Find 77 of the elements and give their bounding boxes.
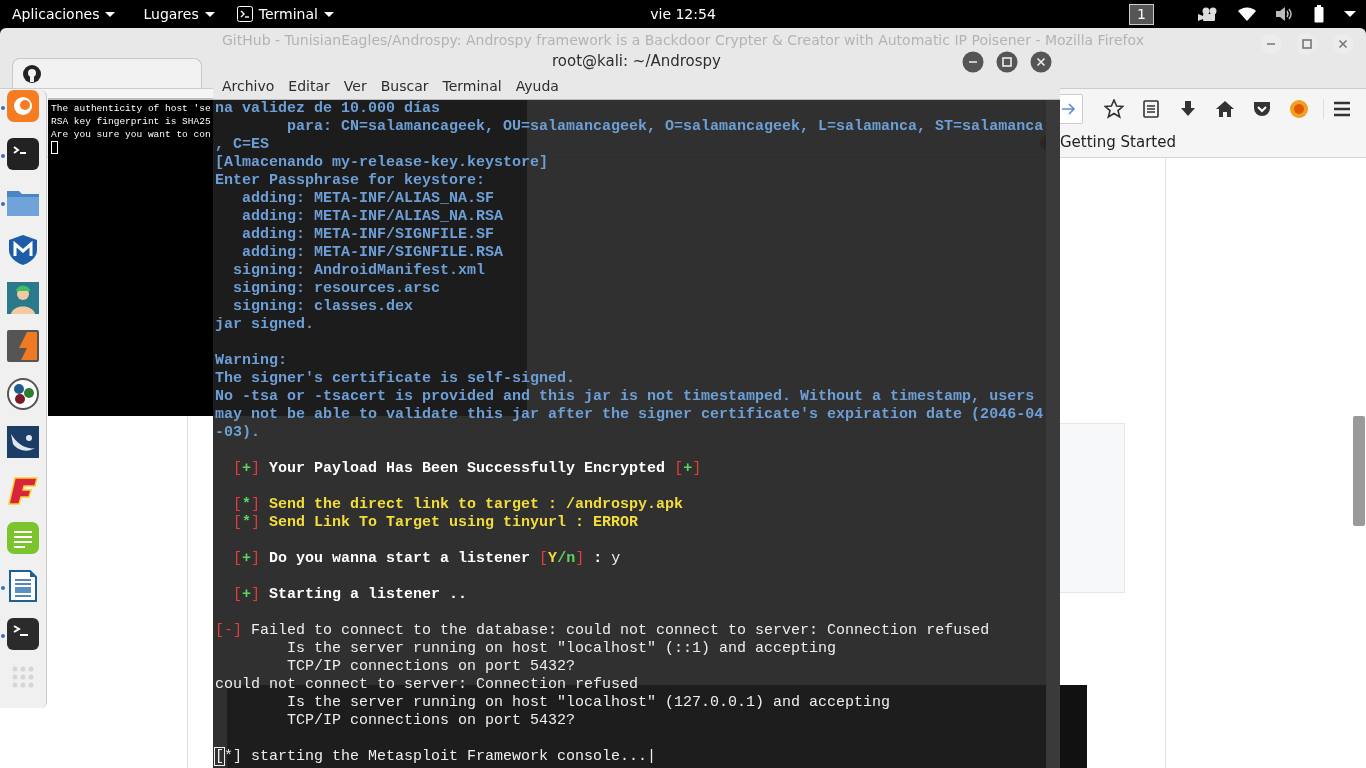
lightning-icon[interactable] [7, 330, 39, 362]
terminal-line: TCP/IP connections on port 5432? [286, 712, 577, 730]
terminal-line: Is the server running on host "localhost" (::1) and accepting [286, 640, 838, 658]
terminal-line: TCP/IP connections on port 5432? [286, 658, 577, 676]
terminal-line: adding: META-INF/SIGNFILE.SF [241, 226, 496, 244]
terminal-line: [+] Starting a listener .. [232, 586, 469, 604]
menu-item[interactable]: Archivo [215, 76, 282, 97]
menu-item[interactable]: Editar [281, 76, 337, 97]
terminal-line: , C=ES [215, 136, 270, 154]
terminal-line: RSA key fingerprint is SHA25 [51, 115, 211, 128]
menu-item[interactable]: Buscar [373, 76, 436, 97]
figure-icon[interactable] [7, 282, 39, 314]
terminal-line: adding: META-INF/ALIAS_NA.SF [241, 190, 496, 208]
browser-icon[interactable] [7, 90, 39, 122]
star-icon[interactable] [1103, 98, 1124, 119]
caret-icon [105, 11, 116, 17]
clock[interactable]: vie 12:54 [650, 4, 716, 25]
wifi-icon[interactable] [1238, 7, 1256, 21]
maximize-button[interactable] [996, 51, 1018, 73]
terminal-line: The signer's certificate is self-signed. [215, 370, 577, 388]
scrollbar[interactable] [1046, 100, 1060, 768]
terminal-line: signing: classes.dex [232, 298, 415, 316]
caret-icon [204, 11, 215, 17]
terminal-line: Is the server running on host "localhost" (127.0.0.1) and accepting [286, 694, 892, 712]
terminal-line: Enter Passphrase for keystore: [215, 172, 487, 190]
terminal-line: The authenticity of host 'se [51, 102, 211, 115]
caret-icon[interactable] [1344, 11, 1356, 17]
terminal-line: na validez de 10.000 días [215, 100, 442, 118]
caret-icon [323, 11, 334, 17]
app-icon[interactable] [7, 426, 39, 458]
shield-icon[interactable] [7, 234, 39, 266]
menu-item[interactable]: Terminal [435, 76, 509, 97]
scrollbar-thumb[interactable] [1353, 416, 1365, 526]
terminal-icon[interactable] [7, 618, 39, 650]
reader-icon[interactable] [1140, 98, 1161, 119]
terminal-line: [*] Send the direct link to target : /androspy.apk [232, 496, 685, 514]
app-menu[interactable]: Aplicaciones [12, 3, 116, 25]
text-cursor [51, 141, 58, 154]
profile-icon[interactable] [1288, 98, 1309, 119]
terminal-line: may not be able to validate this jar after the signer certificate's expiration date (2046-04 [215, 406, 1045, 424]
terminal-line: [*] Send Link To Target using tinyurl : ERROR [232, 514, 640, 532]
app-menu[interactable]: Terminal [236, 3, 334, 25]
volume-icon[interactable] [1276, 6, 1294, 22]
terminal-line: [*] starting the Metasploit Framework console...| [215, 748, 658, 766]
battery-icon[interactable] [1314, 5, 1324, 23]
terminal-line: jar signed. [215, 316, 316, 334]
home-icon[interactable] [1214, 98, 1235, 119]
terminal-line: could not connect to server: Connection refused [215, 676, 640, 694]
camera-icon[interactable] [1198, 7, 1218, 21]
terminal-icon [236, 6, 253, 22]
terminal-line: Warning: [215, 352, 288, 370]
workspace-indicator[interactable]: 1 [1129, 3, 1154, 25]
circles-icon[interactable] [7, 378, 39, 410]
terminal-line: [+] Your Payload Has Been Successfully Encrypted [+] [232, 460, 703, 478]
site-icon [23, 64, 41, 83]
terminal-line: [+] Do you wanna start a listener [Y/n] : y [232, 550, 622, 568]
menu-item[interactable]: Ayuda [508, 76, 566, 97]
app-icon[interactable] [7, 474, 39, 506]
terminal-line: No -tsa or -tsacert is provided and this jar is not timestamped. Without a timestamp, users [215, 388, 1036, 406]
terminal-line: adding: META-INF/SIGNFILE.RSA [241, 244, 505, 262]
arrow-icon[interactable] [1062, 102, 1076, 115]
document-icon[interactable] [7, 570, 39, 602]
browser-tab[interactable] [12, 58, 202, 88]
window-title: root@kali: ~/Androspy [552, 52, 721, 70]
terminal-line: -03). [215, 424, 261, 442]
menu-item[interactable]: Ver [336, 76, 374, 97]
close-button[interactable] [1030, 51, 1052, 73]
terminal-line: signing: resources.arsc [232, 280, 442, 298]
terminal-line: [-] Failed to connect to the database: could not connect to server: Connection refused [215, 622, 991, 640]
terminal-line: Are you sure you want to con [51, 128, 211, 141]
minimize-button[interactable] [962, 51, 984, 73]
terminal-line: para: CN=salamancageek, OU=salamancageek, O=salamancageek, L=salamanca, ST=salamanca [286, 118, 1045, 136]
terminal-icon[interactable] [7, 138, 39, 170]
terminal-line: adding: META-INF/ALIAS_NA.RSA [241, 208, 505, 226]
terminal-line: signing: AndroidManifest.xml [232, 262, 487, 280]
terminal-line: [Almacenando my-release-key.keystore] [215, 154, 550, 172]
app-menu[interactable]: Lugares [143, 3, 215, 25]
